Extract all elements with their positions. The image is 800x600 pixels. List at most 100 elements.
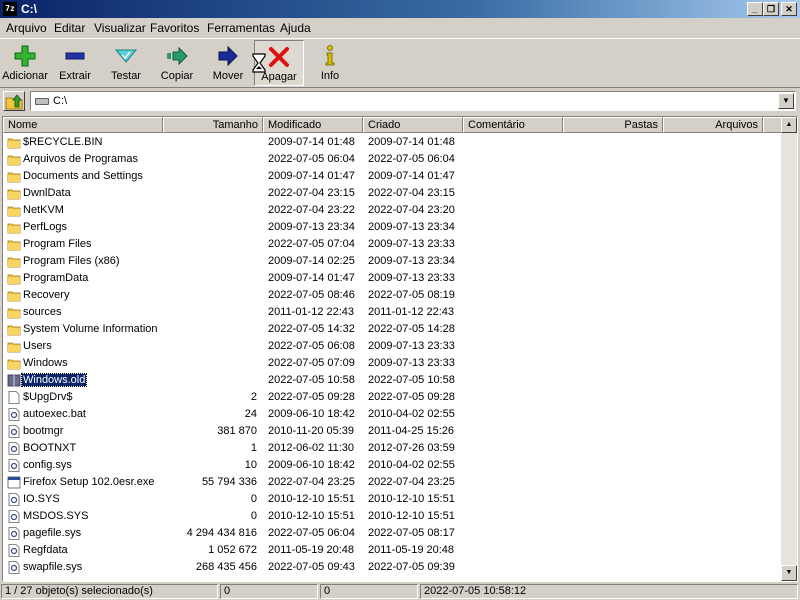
- menu-editar[interactable]: Editar: [54, 21, 85, 35]
- minimize-button[interactable]: _: [747, 2, 763, 16]
- file-created: 2009-07-13 23:33: [368, 340, 455, 352]
- file-created: 2009-07-14 01:48: [368, 136, 455, 148]
- menu-visualizar[interactable]: Visualizar: [94, 21, 146, 35]
- file-row[interactable]: BOOTNXT 1 2012-06-02 11:30 2012-07-26 03:59: [3, 440, 781, 457]
- folder-icon: [7, 221, 21, 234]
- column-created[interactable]: Criado: [363, 117, 463, 133]
- hourglass-cursor-icon: [252, 53, 266, 73]
- scroll-up-button[interactable]: ▲: [781, 117, 797, 133]
- file-name: Documents and Settings: [23, 170, 143, 182]
- file-row[interactable]: Firefox Setup 102.0esr.exe 55 794 336 2022…: [3, 474, 781, 491]
- extract-button[interactable]: Extrair: [53, 40, 97, 86]
- column-folders[interactable]: Pastas: [563, 117, 663, 133]
- file-created: 2009-07-13 23:34: [368, 255, 455, 267]
- file-row[interactable]: Program Files 2022-07-05 07:04 2009-07-13 …: [3, 236, 781, 253]
- file-modified: 2022-07-05 07:04: [268, 238, 355, 250]
- file-created: 2022-07-05 10:58: [368, 374, 455, 386]
- file-row[interactable]: MSDOS.SYS 0 2010-12-10 15:51 2010-12-10 15:…: [3, 508, 781, 525]
- file-row[interactable]: System Volume Information 2022-07-05 14:3…: [3, 321, 781, 338]
- move-button[interactable]: Mover: [206, 40, 250, 86]
- system-file-icon: [7, 527, 21, 540]
- column-extra: [763, 117, 783, 133]
- file-modified: 2022-07-05 06:04: [268, 153, 355, 165]
- close-button[interactable]: ✕: [781, 2, 797, 16]
- file-row[interactable]: swapfile.sys 268 435 456 2022-07-05 09:43 2…: [3, 559, 781, 576]
- file-row[interactable]: $UpgDrv$ 2 2022-07-05 09:28 2022-07-05 09:2…: [3, 389, 781, 406]
- menu-arquivo[interactable]: Arquivo: [6, 21, 47, 35]
- file-modified: 2010-12-10 15:51: [268, 493, 355, 505]
- file-created: 2010-04-02 02:55: [368, 459, 455, 471]
- menu-ajuda[interactable]: Ajuda: [280, 21, 311, 35]
- file-row[interactable]: bootmgr 381 870 2010-11-20 05:39 2011-04-25…: [3, 423, 781, 440]
- copy-arrow-icon: [167, 46, 188, 66]
- file-name: sources: [23, 306, 62, 318]
- file-row[interactable]: Arquivos de Programas 2022-07-05 06:04 202…: [3, 151, 781, 168]
- file-name: pagefile.sys: [23, 527, 82, 539]
- file-created: 2009-07-13 23:33: [368, 357, 455, 369]
- column-size[interactable]: Tamanho: [163, 117, 263, 133]
- system-file-icon: [7, 510, 21, 523]
- vertical-scrollbar[interactable]: ▲ ▼: [781, 117, 797, 581]
- menu-ferramentas[interactable]: Ferramentas: [207, 21, 275, 35]
- file-row[interactable]: ProgramData 2009-07-14 01:47 2009-07-13 23…: [3, 270, 781, 287]
- minus-icon: [65, 52, 85, 60]
- file-row[interactable]: autoexec.bat 24 2009-06-10 18:42 2010-04-02…: [3, 406, 781, 423]
- address-field[interactable]: C:\ ▼: [30, 91, 796, 111]
- file-row[interactable]: Windows 2022-07-05 07:09 2009-07-13 23:33: [3, 355, 781, 372]
- menu-favoritos[interactable]: Favoritos: [150, 21, 199, 35]
- file-row[interactable]: config.sys 10 2009-06-10 18:42 2010-04-02 0…: [3, 457, 781, 474]
- file-modified: 2022-07-05 14:32: [268, 323, 355, 335]
- file-name: Firefox Setup 102.0esr.exe: [23, 476, 155, 488]
- move-arrow-icon: [218, 45, 238, 67]
- status-size-1: 0: [220, 584, 318, 599]
- file-name: PerfLogs: [23, 221, 68, 233]
- file-modified: 2011-01-12 22:43: [268, 306, 355, 318]
- system-file-icon: [7, 544, 21, 557]
- info-button[interactable]: Info: [308, 40, 352, 86]
- file-modified: 2012-06-02 11:30: [268, 442, 355, 454]
- file-row[interactable]: Windows.old 2022-07-05 10:58 2022-07-05 10…: [3, 372, 781, 389]
- file-row[interactable]: Recovery 2022-07-05 08:46 2022-07-05 08:19: [3, 287, 781, 304]
- file-list[interactable]: Nome Tamanho Modificado Criado Comentári…: [2, 116, 798, 582]
- file-modified: 2009-06-10 18:42: [268, 459, 355, 471]
- delete-x-icon: [269, 47, 289, 67]
- toolbar: Adicionar Extrair Testar Copiar Mover Ap…: [0, 38, 800, 88]
- file-created: 2011-01-12 22:43: [368, 306, 455, 318]
- scroll-down-button[interactable]: ▼: [781, 565, 797, 581]
- folder-icon: [7, 357, 21, 370]
- file-row[interactable]: DwnlData 2022-07-04 23:15 2022-07-04 23:15: [3, 185, 781, 202]
- info-icon: [325, 45, 335, 66]
- address-dropdown-button[interactable]: ▼: [778, 93, 794, 109]
- file-created: 2022-07-04 23:20: [368, 204, 455, 216]
- file-row[interactable]: pagefile.sys 4 294 434 816 2022-07-05 06:0…: [3, 525, 781, 542]
- file-row[interactable]: PerfLogs 2009-07-13 23:34 2009-07-13 23:34: [3, 219, 781, 236]
- file-modified: 2022-07-04 23:25: [268, 476, 355, 488]
- copy-button[interactable]: Copiar: [155, 40, 199, 86]
- file-row[interactable]: Documents and Settings 2009-07-14 01:47 20…: [3, 168, 781, 185]
- file-created: 2022-07-04 23:25: [368, 476, 455, 488]
- add-button[interactable]: Adicionar: [1, 40, 49, 86]
- column-modified[interactable]: Modificado: [263, 117, 363, 133]
- file-created: 2010-04-02 02:55: [368, 408, 455, 420]
- column-files[interactable]: Arquivos: [663, 117, 763, 133]
- file-row[interactable]: Users 2022-07-05 06:08 2009-07-13 23:33: [3, 338, 781, 355]
- maximize-button[interactable]: ❐: [763, 2, 779, 16]
- folder-icon: [7, 136, 21, 149]
- file-name: ProgramData: [23, 272, 89, 284]
- file-row[interactable]: Program Files (x86) 2009-07-14 02:25 2009-…: [3, 253, 781, 270]
- status-datetime: 2022-07-05 10:58:12: [420, 584, 798, 599]
- file-modified: 2009-07-14 02:25: [268, 255, 355, 267]
- file-row[interactable]: NetKVM 2022-07-04 23:22 2022-07-04 23:20: [3, 202, 781, 219]
- folder-icon: [7, 272, 21, 285]
- file-row[interactable]: $RECYCLE.BIN 2009-07-14 01:48 2009-07-14 0…: [3, 134, 781, 151]
- folder-icon: [7, 255, 21, 268]
- column-comment[interactable]: Comentário: [463, 117, 563, 133]
- file-row[interactable]: IO.SYS 0 2010-12-10 15:51 2010-12-10 15:51: [3, 491, 781, 508]
- up-folder-button[interactable]: [3, 91, 25, 111]
- test-button[interactable]: Testar: [104, 40, 148, 86]
- file-size: 0: [250, 510, 257, 522]
- file-row[interactable]: Regfdata 1 052 672 2011-05-19 20:48 2011-05…: [3, 542, 781, 559]
- file-icon: [7, 391, 21, 404]
- file-row[interactable]: sources 2011-01-12 22:43 2011-01-12 22:43: [3, 304, 781, 321]
- column-name[interactable]: Nome: [3, 117, 163, 133]
